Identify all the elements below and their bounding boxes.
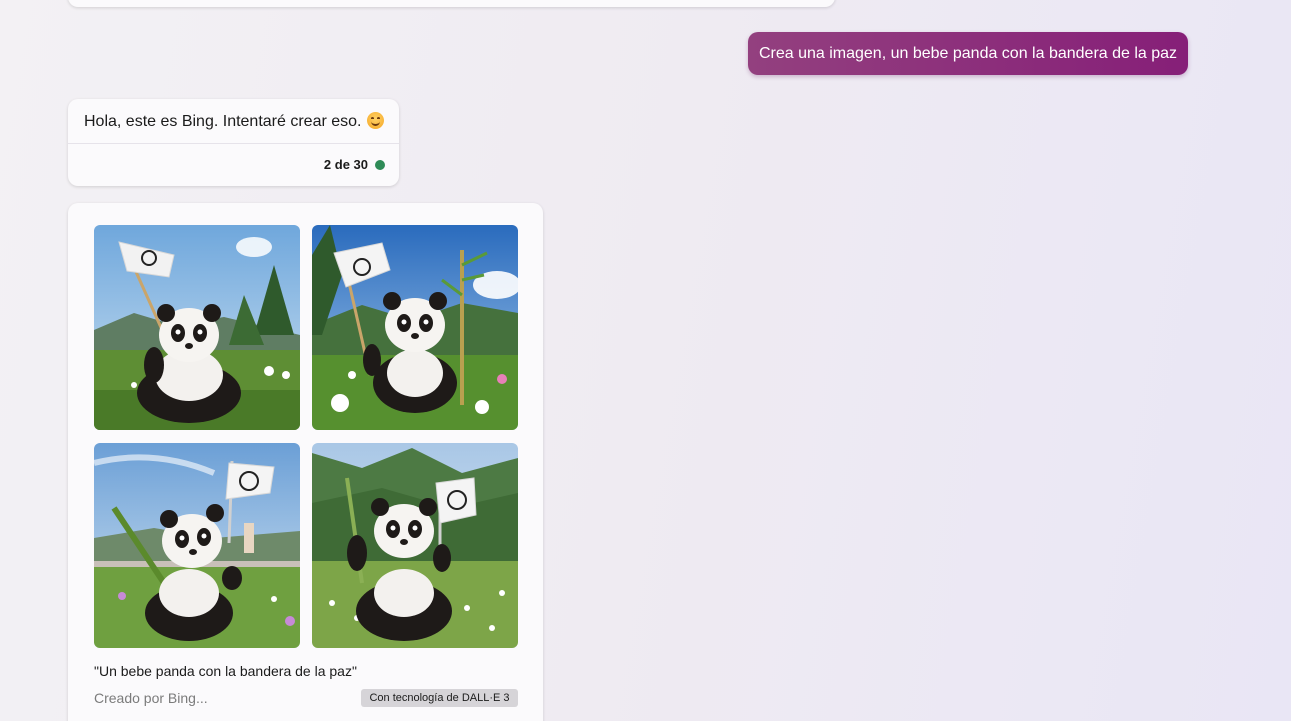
panda-peace-flag-image-2-icon — [312, 225, 518, 430]
turn-counter-text: 2 de 30 — [323, 157, 368, 172]
generated-image-1[interactable] — [94, 225, 300, 430]
image-caption: "Un bebe panda con la bandera de la paz" — [94, 663, 357, 679]
previous-message-card — [68, 0, 835, 7]
bot-message: Hola, este es Bing. Intentaré crear eso. — [84, 112, 385, 131]
generated-image-4[interactable] — [312, 443, 518, 648]
status-dot-icon — [375, 159, 385, 170]
generated-image-3[interactable] — [94, 443, 300, 648]
user-message-bubble: Crea una imagen, un bebe panda con la ba… — [748, 32, 1188, 75]
panda-peace-flag-image-4-icon — [312, 443, 518, 648]
creator-label: Creado por Bing... — [94, 690, 208, 706]
panda-peace-flag-image-3-icon — [94, 443, 300, 648]
image-result-card: "Un bebe panda con la bandera de la paz"… — [68, 203, 543, 721]
turn-counter: 2 de 30 — [324, 157, 385, 172]
dalle-badge: Con tecnología de DALL·E 3 — [361, 689, 518, 707]
panda-peace-flag-image-1-icon — [94, 225, 300, 430]
generated-image-2[interactable] — [312, 225, 518, 430]
user-message-text: Crea una imagen, un bebe panda con la ba… — [758, 44, 1178, 62]
smiling-face-emoji-icon — [367, 112, 385, 129]
bot-message-card: Hola, este es Bing. Intentaré crear eso.… — [68, 99, 399, 186]
bot-message-divider — [68, 143, 399, 144]
bot-message-text: Hola, este es Bing. Intentaré crear eso. — [84, 113, 362, 130]
